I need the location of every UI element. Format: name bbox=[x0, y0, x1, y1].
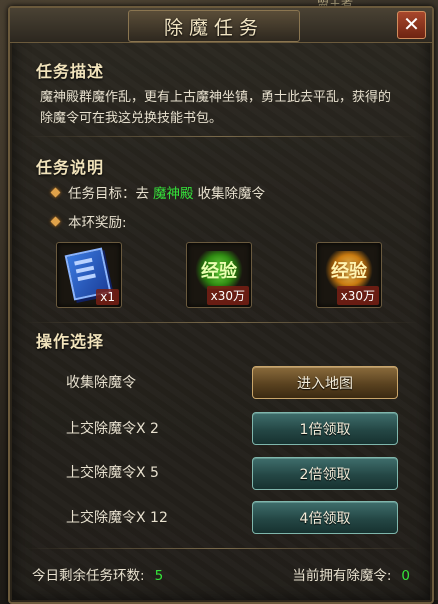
experience-green-icon: 经验 bbox=[191, 251, 247, 289]
operations-heading: 操作选择 bbox=[36, 332, 105, 351]
op-label-collect: 收集除魔令 bbox=[66, 375, 136, 391]
op-label-submit-5: 上交除魔令X 5 bbox=[66, 465, 159, 481]
instructions-heading: 任务说明 bbox=[36, 158, 105, 177]
claim-1x-button[interactable]: 1倍领取 bbox=[252, 412, 398, 445]
reward-quantity: x1 bbox=[96, 289, 119, 305]
reward-quantity: x30万 bbox=[206, 286, 249, 305]
enter-map-button[interactable]: 进入地图 bbox=[252, 366, 398, 399]
reward-row: 本环奖励: bbox=[50, 211, 127, 231]
owned-tokens: 当前拥有除魔令: 0 bbox=[292, 564, 410, 584]
goal-prefix: 任务目标：去 bbox=[68, 186, 149, 202]
remaining-label: 今日剩余任务环数: bbox=[32, 568, 145, 584]
description-text: 魔神殿群魔作乱，更有上古魔神坐镇，勇士此去平乱，获得的除魔令可在我这兑换技能书包… bbox=[40, 90, 392, 126]
dialog-title: 除魔任务 bbox=[128, 10, 300, 42]
close-button[interactable]: ✕ bbox=[397, 11, 426, 39]
divider bbox=[24, 548, 418, 549]
reward-slot-skill-book[interactable]: x1 bbox=[56, 242, 122, 308]
goal-suffix: 收集除魔令 bbox=[197, 186, 266, 202]
owned-label: 当前拥有除魔令: bbox=[292, 568, 392, 584]
goal-location-link[interactable]: 魔神殿 bbox=[153, 182, 194, 202]
task-goal: 任务目标：去 魔神殿 收集除魔令 bbox=[50, 182, 266, 202]
reward-slot-experience-green[interactable]: 经验 x30万 bbox=[186, 242, 252, 308]
quest-dialog: 除魔任务 ✕ 任务描述 魔神殿群魔作乱，更有上古魔神坐镇，勇士此去平乱，获得的除… bbox=[8, 6, 434, 604]
claim-4x-button[interactable]: 4倍领取 bbox=[252, 501, 398, 534]
reward-slot-experience-gold[interactable]: 经验 x30万 bbox=[316, 242, 382, 308]
title-bar: 除魔任务 ✕ bbox=[10, 8, 432, 43]
reward-quantity: x30万 bbox=[336, 286, 379, 305]
op-label-submit-12: 上交除魔令X 12 bbox=[66, 510, 168, 526]
claim-2x-button[interactable]: 2倍领取 bbox=[252, 457, 398, 490]
divider bbox=[24, 136, 418, 137]
footer-status: 今日剩余任务环数: 5 当前拥有除魔令: 0 bbox=[32, 564, 410, 584]
experience-gold-icon: 经验 bbox=[321, 251, 377, 289]
owned-value: 0 bbox=[401, 568, 410, 584]
op-label-submit-2: 上交除魔令X 2 bbox=[66, 421, 159, 437]
bullet-icon bbox=[50, 187, 61, 197]
description-heading: 任务描述 bbox=[36, 62, 105, 81]
divider bbox=[24, 322, 418, 323]
remaining-rounds: 今日剩余任务环数: 5 bbox=[32, 564, 163, 584]
bullet-icon bbox=[50, 216, 61, 226]
remaining-value: 5 bbox=[154, 568, 164, 584]
reward-label: 本环奖励: bbox=[68, 215, 127, 231]
